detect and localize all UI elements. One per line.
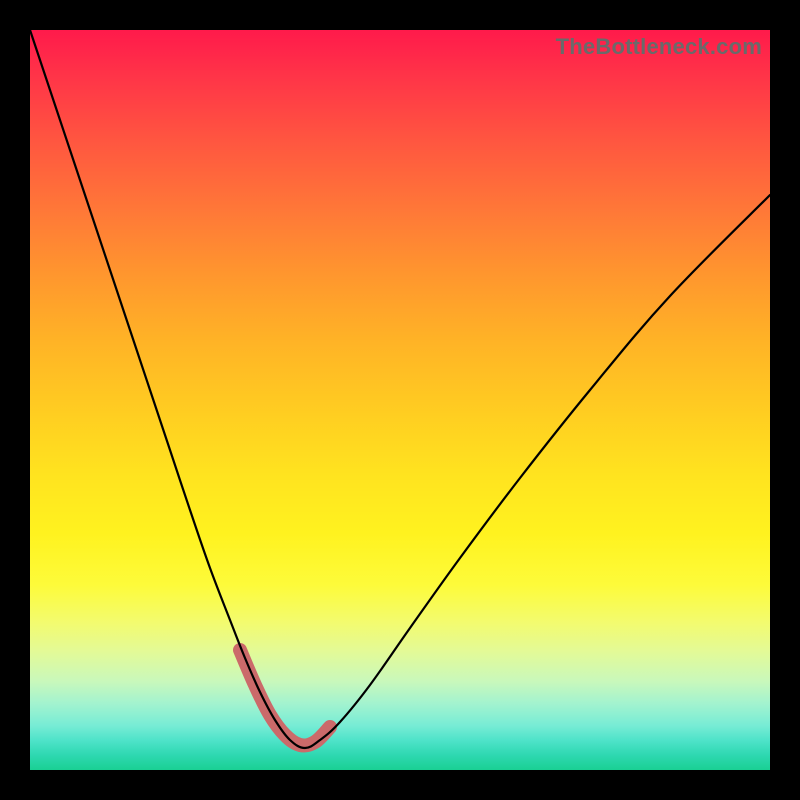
chart-plot-area: TheBottleneck.com [30,30,770,770]
bottleneck-curve [30,30,770,748]
chart-svg [30,30,770,770]
curve-highlight-segment [240,650,330,746]
